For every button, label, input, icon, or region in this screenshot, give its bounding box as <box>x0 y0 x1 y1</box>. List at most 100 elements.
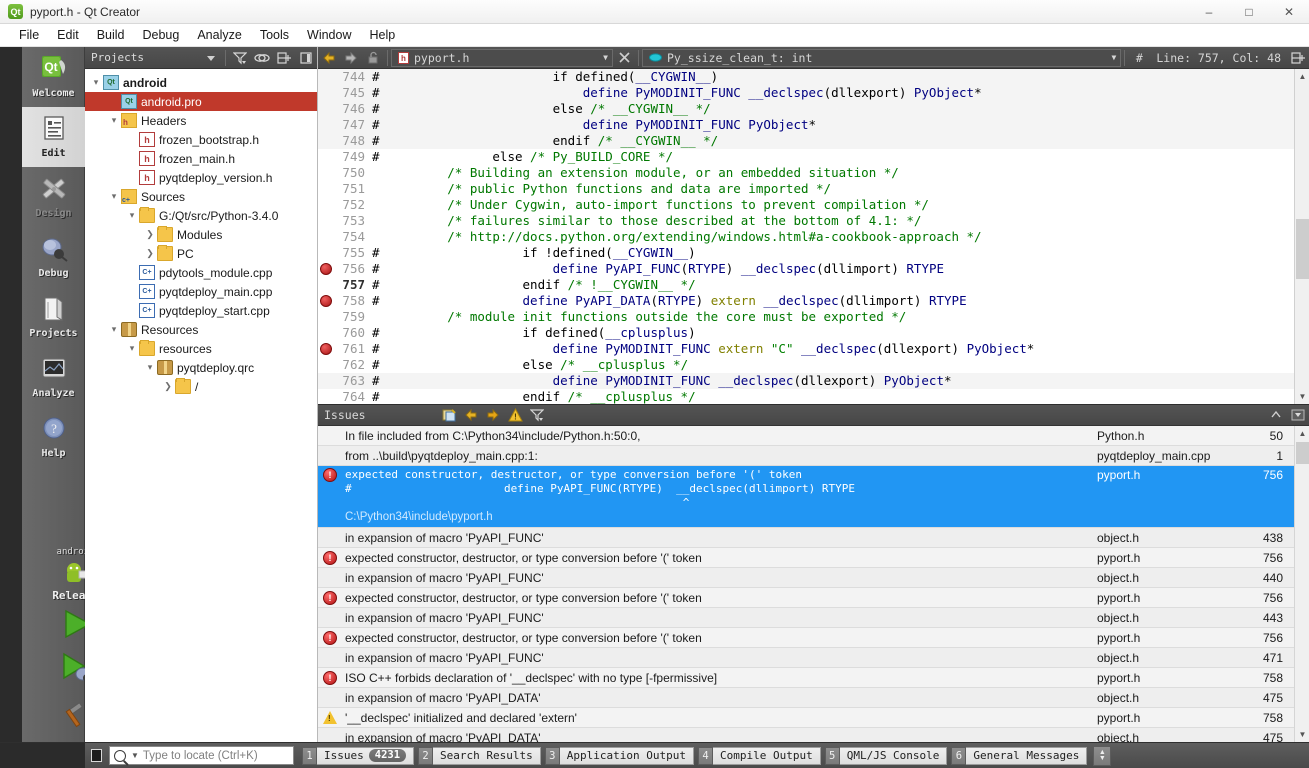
arrow-forward-icon[interactable] <box>340 47 362 69</box>
arrow-back-icon[interactable] <box>318 47 340 69</box>
tree-item-resources[interactable]: ▾ Resources <box>85 320 317 339</box>
code-editor[interactable]: 744 # if defined(__CYGWIN__) 745 # define P… <box>318 69 1309 404</box>
menu-edit[interactable]: Edit <box>48 25 88 45</box>
mode-welcome[interactable]: Qt Welcome <box>22 47 85 107</box>
code-line[interactable]: 751 /* public Python functions and data … <box>318 181 1309 197</box>
issue-row[interactable]: ISO C++ forbids declaration of '__declsp… <box>318 668 1309 688</box>
menu-debug[interactable]: Debug <box>134 25 189 45</box>
issue-row[interactable]: '__declspec' initialized and declared 'e… <box>318 708 1309 728</box>
code-line[interactable]: 764 # endif /* __cplusplus */ <box>318 389 1309 404</box>
chevron-down-icon[interactable]: ▾ <box>143 362 157 373</box>
code-line[interactable]: 755 # if !defined(__CYGWIN__) <box>318 245 1309 261</box>
mode-projects[interactable]: Projects <box>22 287 85 347</box>
output-pane-tabs[interactable]: 1 Issues 4231 2 Search Results 3 Application O… <box>302 746 1088 766</box>
tree-item-pyqtdeploy-start-cpp[interactable]: pyqtdeploy_start.cpp <box>85 301 317 320</box>
tree-item-sources[interactable]: ▾ Sources <box>85 187 317 206</box>
issue-row[interactable]: expected constructor, destructor, or typ… <box>318 466 1309 528</box>
symbol-combo[interactable]: Py_ssize_clean_t: int ▼ <box>642 48 1122 67</box>
issue-row[interactable]: in expansion of macro 'PyAPI_FUNC' object… <box>318 528 1309 548</box>
copy-issue-icon[interactable] <box>438 404 460 426</box>
mode-design[interactable]: Design <box>22 167 85 227</box>
tree-item-headers[interactable]: ▾ Headers <box>85 111 317 130</box>
code-line[interactable]: 752 /* Under Cygwin, auto-import functio… <box>318 197 1309 213</box>
filter-icon[interactable] <box>229 47 251 69</box>
mode-debug[interactable]: Debug <box>22 227 85 287</box>
output-tab-qml-js-console[interactable]: 5 QML/JS Console <box>824 746 948 766</box>
code-line[interactable]: 756 # define PyAPI_FUNC(RTYPE) __declspec… <box>318 261 1309 277</box>
split-add-icon[interactable] <box>1287 47 1309 69</box>
minimize-button[interactable]: – <box>1189 0 1229 24</box>
tree-item-resources[interactable]: ▾ resources <box>85 339 317 358</box>
code-line[interactable]: 749 # else /* Py_BUILD_CORE */ <box>318 149 1309 165</box>
code-line[interactable]: 759 /* module init functions outside the… <box>318 309 1309 325</box>
tree-item-android[interactable]: ▾ android <box>85 73 317 92</box>
editor-scrollbar[interactable]: ▲ ▼ <box>1294 69 1309 404</box>
output-tab-compile-output[interactable]: 4 Compile Output <box>697 746 821 766</box>
issue-row[interactable]: from ..\build\pyqtdeploy_main.cpp:1: pyqt… <box>318 446 1309 466</box>
editor-scroll-thumb[interactable] <box>1296 219 1309 279</box>
issue-row[interactable]: in expansion of macro 'PyAPI_FUNC' object… <box>318 648 1309 668</box>
chevron-down-icon[interactable]: ▼ <box>1104 53 1117 62</box>
code-line[interactable]: 757 # endif /* !__CYGWIN__ */ <box>318 277 1309 293</box>
code-line[interactable]: 763 # define PyMODINIT_FUNC __declspec(dl… <box>318 373 1309 389</box>
breakpoint-marker-icon[interactable] <box>318 261 334 277</box>
tree-item-modules[interactable]: ❯ Modules <box>85 225 317 244</box>
close-x-icon[interactable] <box>613 47 635 69</box>
breakpoint-marker-icon[interactable] <box>318 341 334 357</box>
locator-input[interactable]: ▼ Type to locate (Ctrl+K) <box>109 746 294 765</box>
tree-item-frozen-bootstrap-h[interactable]: frozen_bootstrap.h <box>85 130 317 149</box>
issue-row[interactable]: expected constructor, destructor, or typ… <box>318 628 1309 648</box>
toggle-sidebar-icon[interactable] <box>85 743 107 768</box>
scroll-down-icon[interactable]: ▼ <box>1295 727 1309 742</box>
issue-row[interactable]: in expansion of macro 'PyAPI_DATA' object… <box>318 688 1309 708</box>
chevron-right-icon[interactable]: ❯ <box>161 381 175 392</box>
code-line[interactable]: 753 /* failures similar to those describ… <box>318 213 1309 229</box>
issue-row[interactable]: in expansion of macro 'PyAPI_DATA' object… <box>318 728 1309 742</box>
previous-issue-icon[interactable] <box>460 404 482 426</box>
tree-item--[interactable]: ❯ / <box>85 377 317 396</box>
tree-item-pyqtdeploy-main-cpp[interactable]: pyqtdeploy_main.cpp <box>85 282 317 301</box>
code-line[interactable]: 762 # else /* __cplusplus */ <box>318 357 1309 373</box>
chevron-down-icon[interactable]: ▾ <box>107 191 121 202</box>
tree-item-g-qt-src-python-3-4-0[interactable]: ▾ G:/Qt/src/Python-3.4.0 <box>85 206 317 225</box>
issues-list[interactable]: In file included from C:\Python34\includ… <box>318 426 1309 742</box>
mode-help[interactable]: ? Help <box>22 407 85 467</box>
next-issue-icon[interactable] <box>482 404 504 426</box>
code-line[interactable]: 761 # define PyMODINIT_FUNC extern "C" __… <box>318 341 1309 357</box>
close-button[interactable]: ✕ <box>1269 0 1309 24</box>
chevron-down-icon[interactable]: ▼ <box>595 53 608 62</box>
menu-window[interactable]: Window <box>298 25 360 45</box>
mode-analyze[interactable]: Analyze <box>22 347 85 407</box>
code-line[interactable]: 744 # if defined(__CYGWIN__) <box>318 69 1309 85</box>
split-add-icon[interactable] <box>273 47 295 69</box>
open-file-combo[interactable]: h pyport.h ▼ <box>391 48 613 67</box>
issue-row[interactable]: expected constructor, destructor, or typ… <box>318 588 1309 608</box>
issue-row[interactable]: in expansion of macro 'PyAPI_FUNC' object… <box>318 608 1309 628</box>
code-line[interactable]: 747 # define PyMODINIT_FUNC PyObject* <box>318 117 1309 133</box>
tree-item-pdytools-module-cpp[interactable]: pdytools_module.cpp <box>85 263 317 282</box>
issues-scrollbar[interactable]: ▲ ▼ <box>1294 426 1309 742</box>
chevron-down-icon[interactable]: ▾ <box>89 77 103 88</box>
tree-item-pyqtdeploy-version-h[interactable]: pyqtdeploy_version.h <box>85 168 317 187</box>
tree-item-frozen-main-h[interactable]: frozen_main.h <box>85 149 317 168</box>
link-sync-icon[interactable] <box>251 47 273 69</box>
chevron-down-icon[interactable] <box>200 47 222 69</box>
unlocked-padlock-icon[interactable] <box>362 47 384 69</box>
output-tab-application-output[interactable]: 3 Application Output <box>544 746 694 766</box>
tree-item-android-pro[interactable]: android.pro <box>85 92 317 111</box>
menu-help[interactable]: Help <box>360 25 404 45</box>
code-line[interactable]: 760 # if defined(__cplusplus) <box>318 325 1309 341</box>
chevron-down-icon[interactable]: ▾ <box>107 115 121 126</box>
code-line[interactable]: 748 # endif /* __CYGWIN__ */ <box>318 133 1309 149</box>
close-sidebar-icon[interactable] <box>295 47 317 69</box>
maximize-button[interactable]: □ <box>1229 0 1269 24</box>
updown-arrows-icon[interactable]: ▲ ▼ <box>1093 745 1112 766</box>
chevron-down-icon[interactable]: ▾ <box>125 210 139 221</box>
output-tab-issues[interactable]: 1 Issues 4231 <box>302 746 415 766</box>
project-tree[interactable]: ▾ android android.pro ▾ Headers frozen_bootst… <box>85 69 317 742</box>
code-line[interactable]: 750 /* Building an extension module, or … <box>318 165 1309 181</box>
code-line[interactable]: 745 # define PyMODINIT_FUNC __declspec(dl… <box>318 85 1309 101</box>
issues-scroll-thumb[interactable] <box>1296 442 1309 464</box>
scroll-up-icon[interactable]: ▲ <box>1295 69 1309 84</box>
tree-item-pc[interactable]: ❯ PC <box>85 244 317 263</box>
